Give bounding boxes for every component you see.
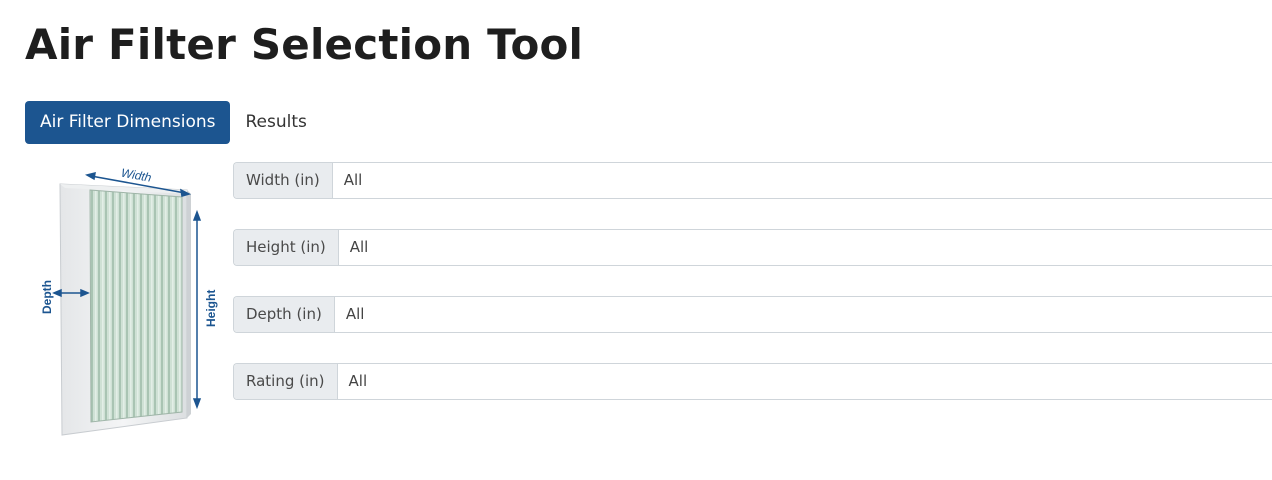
width-select[interactable]: All — [333, 163, 1272, 198]
height-arrow — [192, 209, 202, 410]
height-select[interactable]: All — [339, 230, 1272, 265]
rating-filter-label: Rating (in) — [234, 364, 338, 399]
filter-media — [89, 189, 183, 423]
air-filter-diagram: Width Height Depth — [35, 160, 225, 445]
width-filter: Width (in) All — [233, 162, 1272, 199]
height-label: Height — [204, 290, 218, 327]
height-filter-label: Height (in) — [234, 230, 339, 265]
rating-filter: Rating (in) All — [233, 363, 1272, 400]
height-filter: Height (in) All — [233, 229, 1272, 266]
rating-select[interactable]: All — [338, 364, 1272, 399]
air-filter-selection-page: Air Filter Selection Tool Air Filter Dim… — [0, 0, 1272, 480]
width-filter-label: Width (in) — [234, 163, 333, 198]
tab-bar: Air Filter Dimensions Results — [25, 101, 322, 144]
depth-filter-label: Depth (in) — [234, 297, 335, 332]
depth-filter: Depth (in) All — [233, 296, 1272, 333]
depth-label: Depth — [40, 280, 54, 314]
page-title: Air Filter Selection Tool — [25, 20, 584, 69]
depth-select[interactable]: All — [335, 297, 1272, 332]
air-filter-illustration: Width Height Depth — [40, 166, 218, 436]
tab-air-filter-dimensions[interactable]: Air Filter Dimensions — [25, 101, 231, 144]
tab-results[interactable]: Results — [230, 101, 321, 144]
